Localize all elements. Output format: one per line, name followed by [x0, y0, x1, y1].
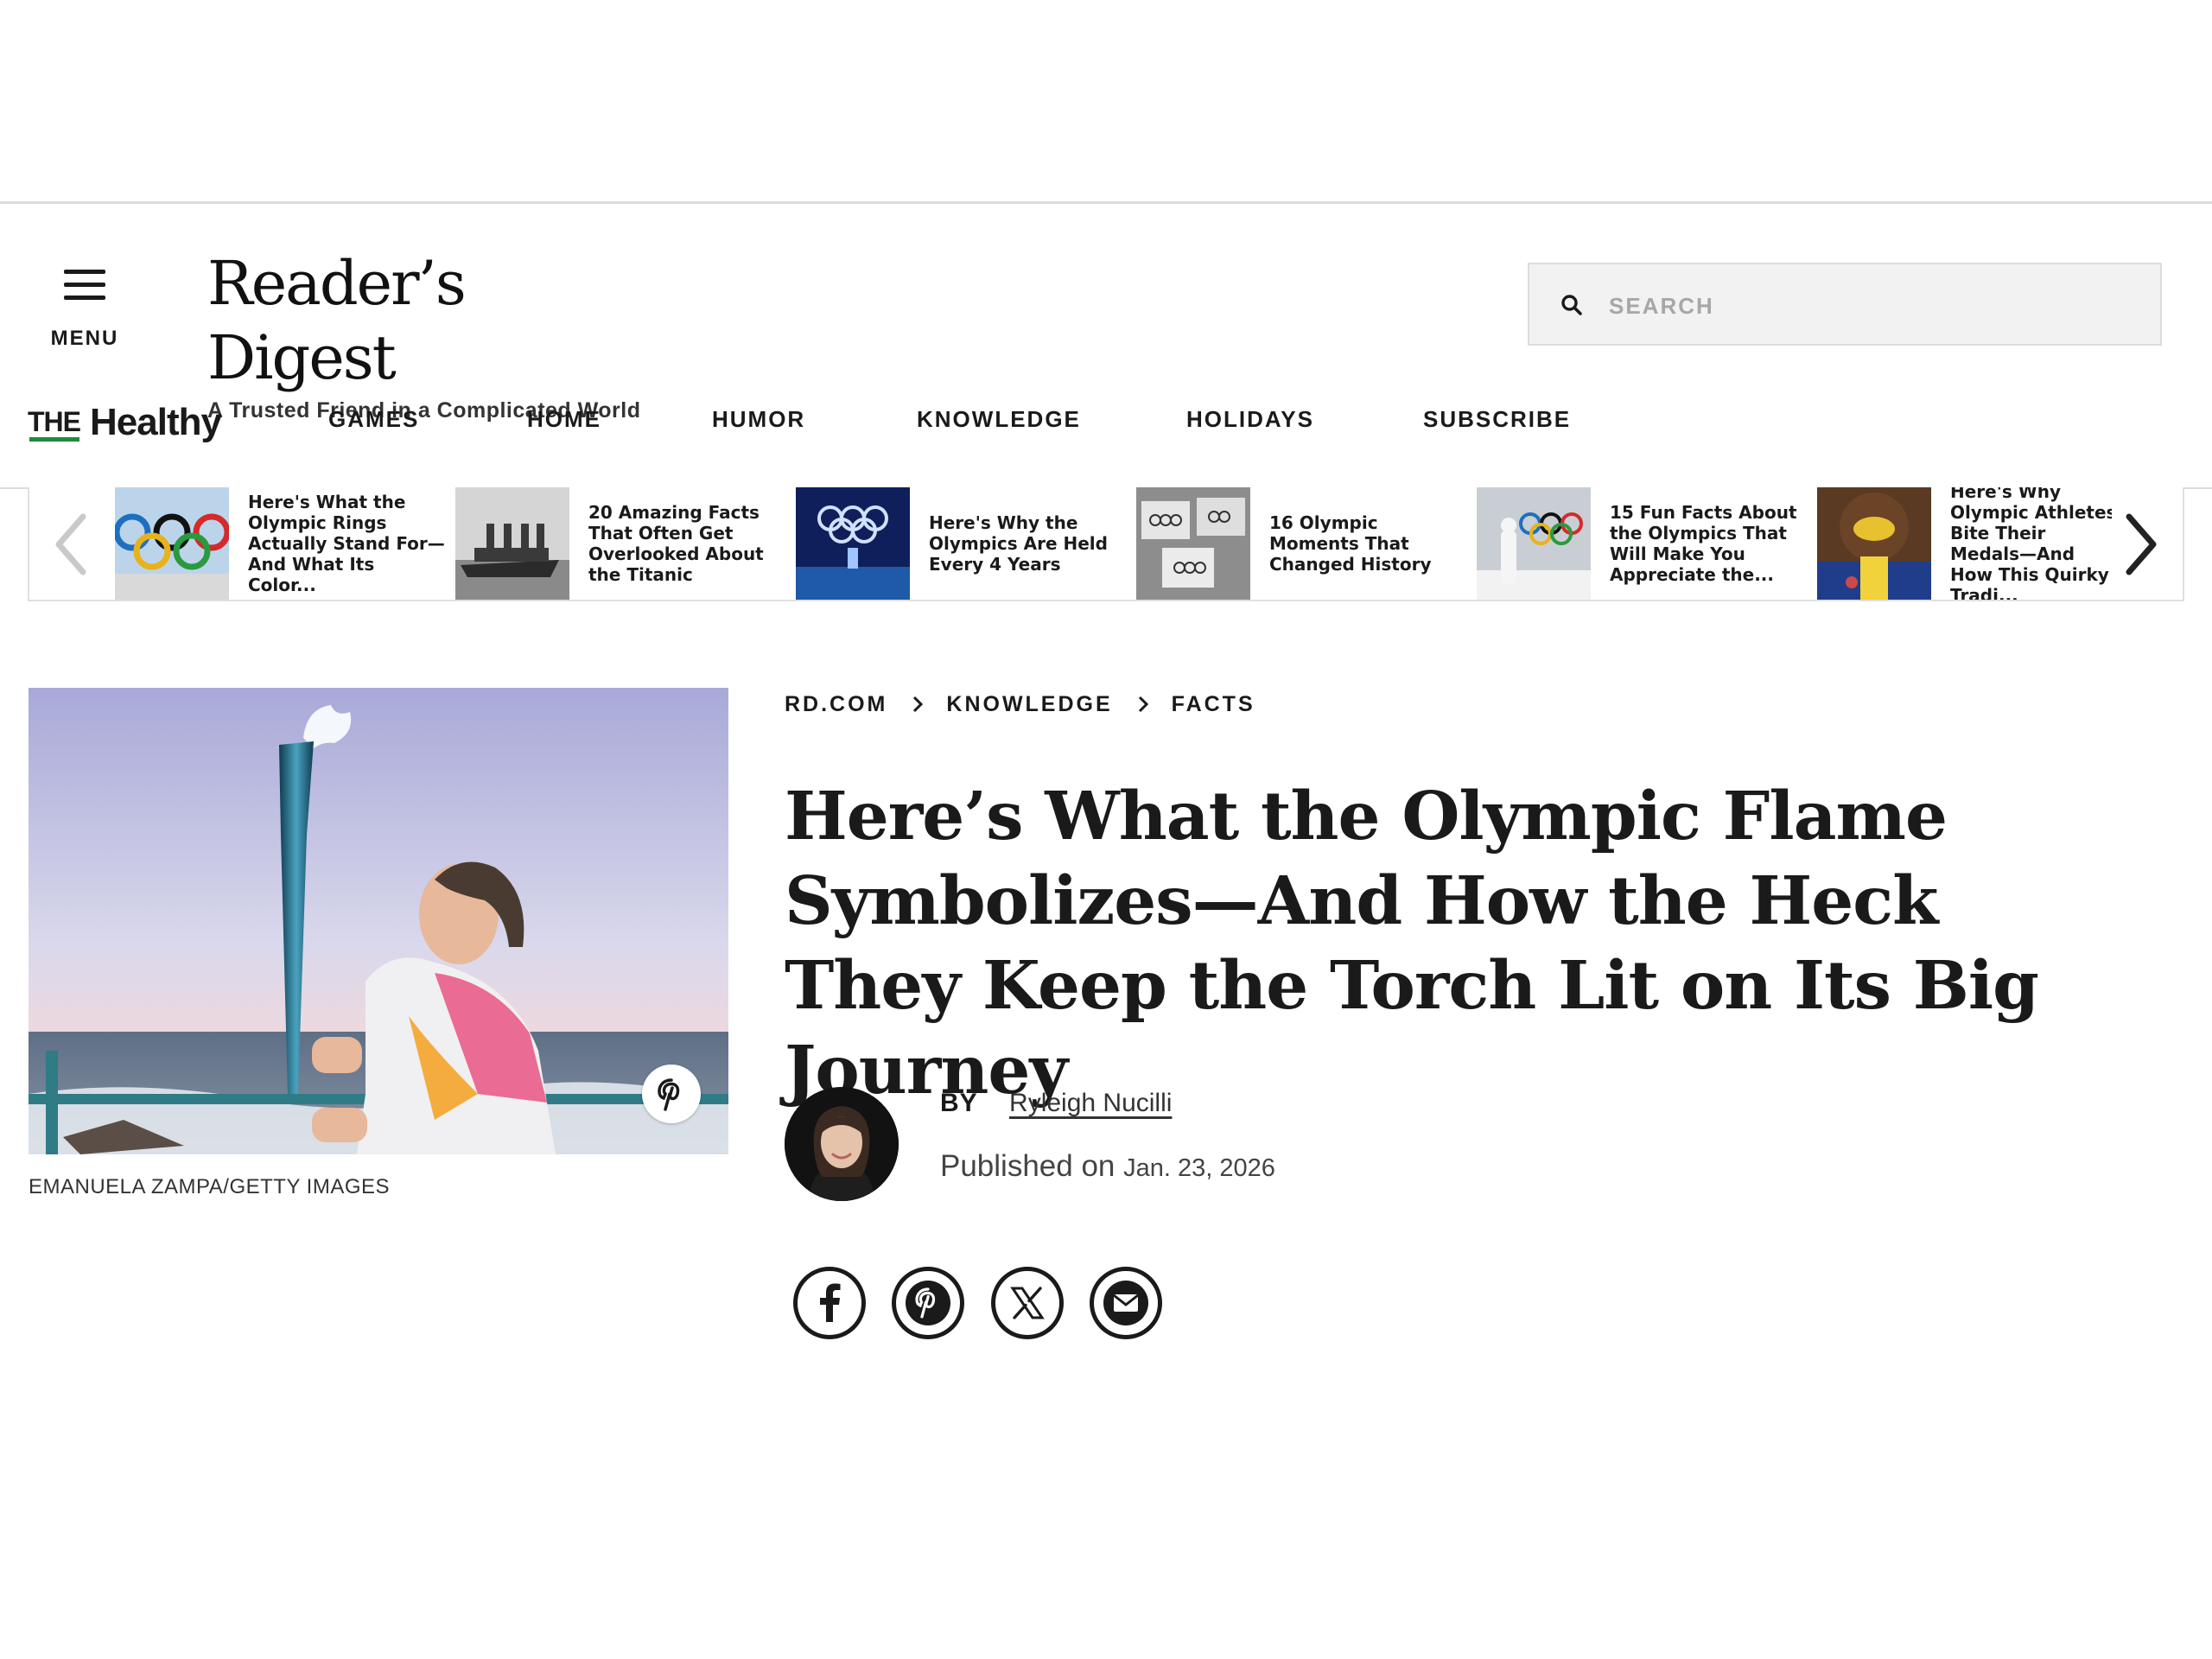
nav-item-humor[interactable]: HUMOR	[712, 406, 805, 433]
logo-wordmark: Reader’s Digest	[207, 248, 467, 393]
email-icon	[1103, 1281, 1148, 1325]
byline-label: BY	[940, 1089, 978, 1117]
nav-item-holidays[interactable]: HOLIDAYS	[1186, 406, 1314, 433]
the-healthy-wordmark: Healthy	[90, 401, 222, 443]
carousel-card[interactable]: Here's What the Olympic Rings Actually S…	[115, 487, 454, 600]
search-input[interactable]	[1607, 282, 2129, 330]
hamburger-icon	[64, 270, 105, 301]
facebook-icon	[820, 1283, 841, 1322]
author-avatar[interactable]	[785, 1087, 899, 1201]
top-ad-space	[0, 0, 2212, 204]
chevron-right-icon	[913, 696, 924, 713]
pinterest-icon	[658, 1078, 680, 1111]
card-thumbnail	[455, 487, 569, 600]
card-title: 20 Amazing Facts That Often Get Overlook…	[588, 502, 764, 585]
hero-image	[29, 688, 728, 1154]
article-headline: Here’s What the Olympic Flame Symbolizes…	[785, 778, 2039, 1109]
nav-item-subscribe[interactable]: SUBSCRIBE	[1423, 406, 1571, 433]
chevron-right-icon[interactable]	[2112, 508, 2169, 581]
image-credit: EMANUELA ZAMPA/GETTY IMAGES	[29, 1175, 391, 1198]
carousel-card[interactable]: Here's Why the Olympics Are Held Every 4…	[796, 487, 1135, 600]
menu-button[interactable]: MENU	[41, 259, 128, 356]
published-label: Published on	[940, 1149, 1116, 1183]
pin-it-button[interactable]	[642, 1065, 701, 1123]
the-healthy-the: THE	[28, 406, 81, 437]
card-title: Here's What the Olympic Rings Actually S…	[248, 492, 445, 595]
breadcrumb: RD.COM KNOWLEDGE FACTS	[785, 690, 1255, 719]
card-title: 16 Olympic Moments That Changed History	[1269, 512, 1432, 575]
published-date: Jan. 23, 2026	[1123, 1154, 1275, 1182]
pinterest-icon	[906, 1281, 950, 1325]
chevron-left-icon[interactable]	[43, 508, 100, 581]
card-thumbnail	[1817, 487, 1931, 600]
card-title: 15 Fun Facts About the Olympics That Wil…	[1610, 502, 1797, 585]
the-healthy-underline	[29, 437, 79, 442]
share-x-button[interactable]	[991, 1267, 1064, 1339]
breadcrumb-knowledge[interactable]: KNOWLEDGE	[946, 692, 1112, 717]
carousel-card[interactable]: 20 Amazing Facts That Often Get Overlook…	[455, 487, 794, 600]
author-link[interactable]: Ryleigh Nucilli	[1009, 1089, 1172, 1117]
byline: BY Ryleigh Nucilli	[940, 1089, 1172, 1118]
menu-label: MENU	[50, 327, 119, 350]
share-email-button[interactable]	[1090, 1267, 1162, 1339]
main-nav: THE Healthy GAMES HOME HUMOR KNOWLEDGE H…	[0, 380, 2212, 489]
carousel-card[interactable]: 15 Fun Facts About the Olympics That Wil…	[1477, 487, 1815, 600]
card-thumbnail	[115, 487, 229, 600]
breadcrumb-rdcom[interactable]: RD.COM	[785, 692, 887, 717]
x-icon	[1010, 1287, 1045, 1319]
carousel-card[interactable]: Here's Why Olympic Athletes Bite Their M…	[1817, 487, 2128, 600]
share-facebook-button[interactable]	[793, 1267, 866, 1339]
chevron-right-icon	[1138, 696, 1148, 713]
nav-item-games[interactable]: GAMES	[328, 406, 419, 433]
related-carousel: Here's What the Olympic Rings Actually S…	[28, 487, 2184, 601]
card-thumbnail	[1136, 487, 1250, 600]
search-icon	[1561, 295, 1582, 315]
card-title: Here's Why Olympic Athletes Bite Their M…	[1950, 487, 2117, 600]
card-thumbnail	[1477, 487, 1591, 600]
publish-info: Published on Jan. 23, 2026	[940, 1149, 1275, 1184]
nav-item-home[interactable]: HOME	[527, 406, 601, 433]
share-pinterest-button[interactable]	[892, 1267, 964, 1339]
search-bar[interactable]	[1528, 263, 2162, 346]
nav-item-knowledge[interactable]: KNOWLEDGE	[917, 406, 1081, 433]
breadcrumb-facts[interactable]: FACTS	[1172, 692, 1255, 717]
card-title: Here's Why the Olympics Are Held Every 4…	[929, 512, 1108, 575]
carousel-card[interactable]: 16 Olympic Moments That Changed History	[1136, 487, 1475, 600]
card-thumbnail	[796, 487, 910, 600]
